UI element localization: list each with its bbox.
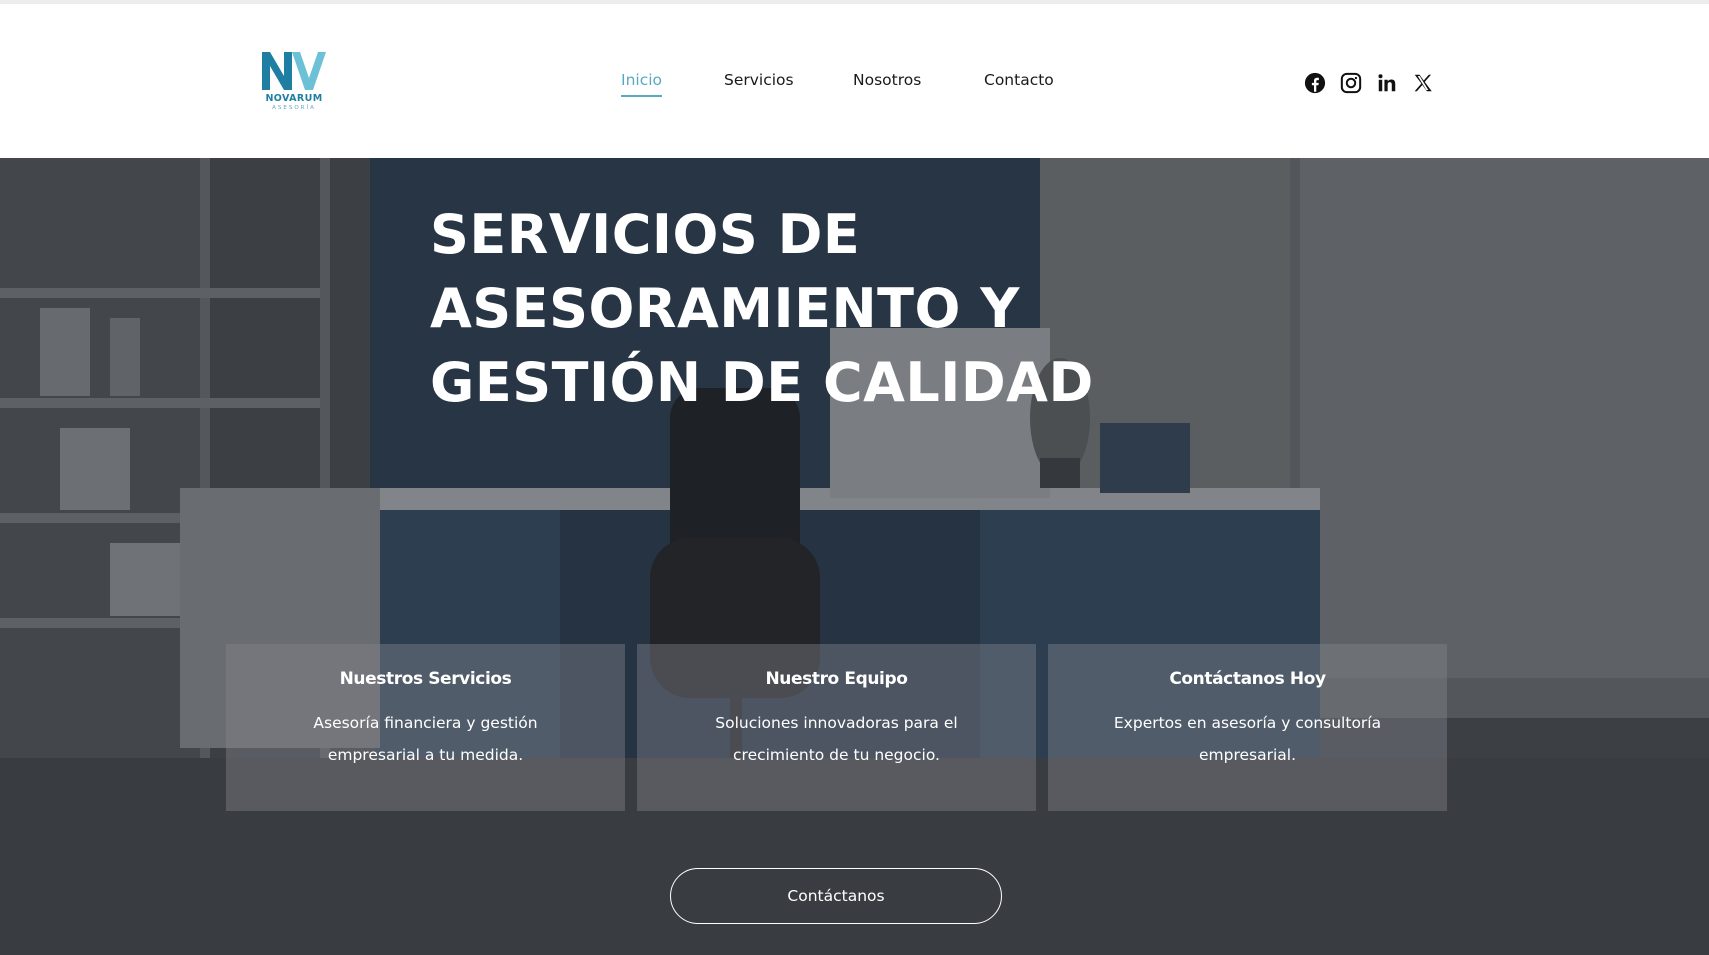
linkedin-icon[interactable] <box>1376 72 1398 94</box>
feature-card-contacto: Contáctanos Hoy Expertos en asesoría y c… <box>1048 644 1447 811</box>
hero-title-line: ASESORAMIENTO Y <box>430 277 1020 340</box>
nav-item-nosotros[interactable]: Nosotros <box>853 71 921 89</box>
contact-cta-button[interactable]: Contáctanos <box>670 868 1002 924</box>
card-title: Nuestros Servicios <box>339 669 512 689</box>
hero-title-line: GESTIÓN DE CALIDAD <box>430 351 1094 414</box>
logo-tagline: ASESORÍA <box>272 105 316 111</box>
nav-item-contacto[interactable]: Contacto <box>984 71 1054 89</box>
card-title: Contáctanos Hoy <box>1169 669 1326 689</box>
card-title: Nuestro Equipo <box>765 669 908 689</box>
site-header: NOVARUM ASESORÍA Inicio Servicios Nosotr… <box>0 4 1709 158</box>
hero-title-line: SERVICIOS DE <box>430 203 861 266</box>
main-nav: Inicio Servicios Nosotros Contacto <box>0 71 1709 101</box>
card-text: Asesoría financiera y gestión empresaria… <box>313 714 538 764</box>
hero-title: SERVICIOS DE ASESORAMIENTO Y GESTIÓN DE … <box>430 198 1130 420</box>
nav-item-inicio[interactable]: Inicio <box>621 71 663 97</box>
feature-card-servicios: Nuestros Servicios Asesoría financiera y… <box>226 644 625 811</box>
facebook-icon[interactable] <box>1304 72 1326 94</box>
instagram-icon[interactable] <box>1340 72 1362 94</box>
card-text: Expertos en asesoría y consultoría empre… <box>1113 714 1382 764</box>
hero-section: SERVICIOS DE ASESORAMIENTO Y GESTIÓN DE … <box>0 158 1709 955</box>
card-text: Soluciones innovadoras para el crecimien… <box>715 714 958 764</box>
feature-card-equipo: Nuestro Equipo Soluciones innovadoras pa… <box>637 644 1036 811</box>
nav-item-servicios[interactable]: Servicios <box>724 71 794 89</box>
x-icon[interactable] <box>1412 72 1434 94</box>
